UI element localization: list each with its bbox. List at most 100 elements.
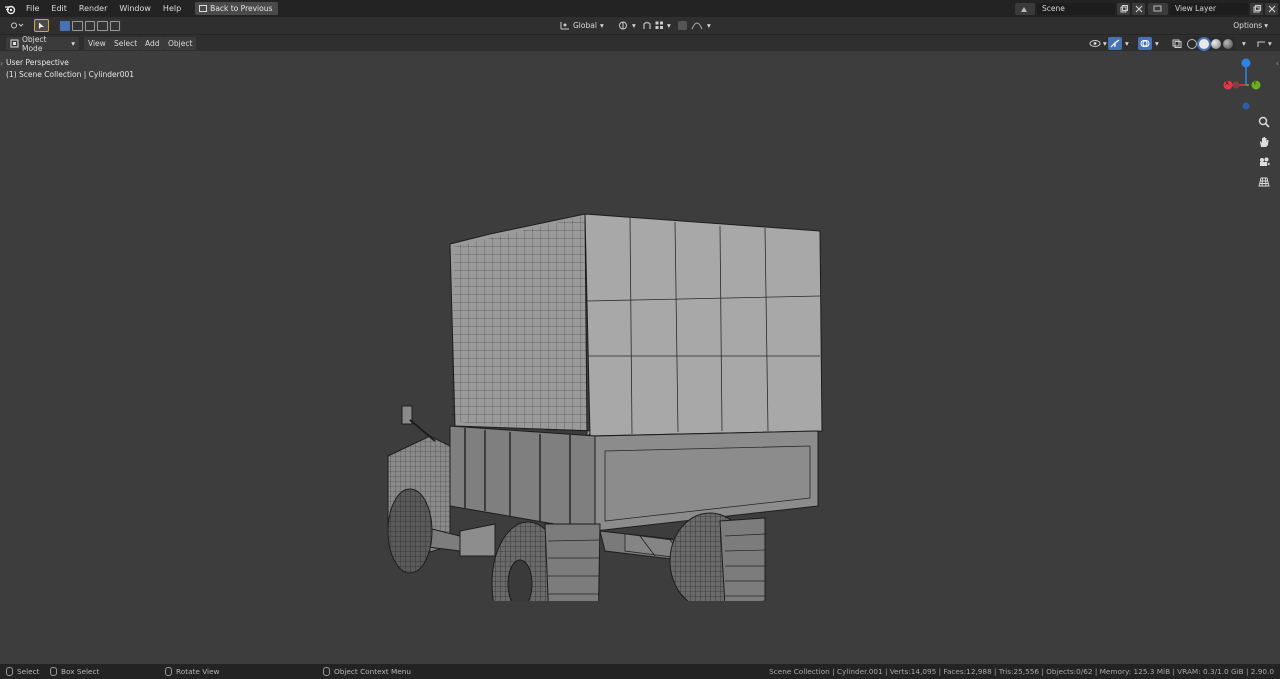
scene-close-icon[interactable] xyxy=(1132,2,1145,15)
view-menu[interactable]: View xyxy=(84,37,110,50)
visibility-dropdown[interactable]: ▾ xyxy=(1085,37,1111,50)
overlay-icon xyxy=(1140,39,1150,48)
orientation-icon xyxy=(560,21,570,30)
select-intersect-icon[interactable] xyxy=(109,20,120,31)
scene-browse-button[interactable] xyxy=(1015,2,1035,15)
chevron-down-icon: ▾ xyxy=(1155,39,1159,48)
object-menu[interactable]: Object xyxy=(164,37,197,50)
scene-selector: Scene xyxy=(1015,2,1145,15)
menu-render[interactable]: Render xyxy=(73,0,113,17)
pivot-icon xyxy=(618,21,629,30)
status-bar: Select Box Select Rotate View Object Con… xyxy=(0,664,1280,679)
camera-icon[interactable] xyxy=(1256,154,1272,170)
viewport-header: Object Mode ▾ View Select Add Object ▾ ▾… xyxy=(0,34,1280,53)
select-tool-icon[interactable] xyxy=(34,19,49,32)
blender-logo-icon[interactable] xyxy=(0,0,20,17)
3d-viewport[interactable]: User Perspective (1) Scene Collection | … xyxy=(0,51,1280,664)
scene-statistics: Scene Collection | Cylinder.001 | Verts:… xyxy=(769,667,1274,676)
perspective-label: User Perspective xyxy=(6,58,69,67)
select-mode-group xyxy=(58,19,122,32)
select-subtract-icon[interactable] xyxy=(84,20,96,31)
proportional-edit-toggle[interactable]: ▾ xyxy=(674,19,715,32)
object-mode-dropdown[interactable]: Object Mode ▾ xyxy=(6,34,79,53)
menu-help[interactable]: Help xyxy=(157,0,187,17)
zoom-icon[interactable] xyxy=(1256,114,1272,130)
status-context-hint: Object Context Menu xyxy=(323,667,411,676)
menu-edit[interactable]: Edit xyxy=(45,0,73,17)
chevron-down-icon: ▾ xyxy=(1125,39,1129,48)
select-invert-icon[interactable] xyxy=(97,20,108,31)
overlay-dropdown[interactable]: ▾ xyxy=(1151,37,1163,50)
grid-icon[interactable] xyxy=(1256,174,1272,190)
snap-grid-icon xyxy=(655,21,664,30)
chevron-down-icon: ▾ xyxy=(71,39,75,48)
tool-settings-bar: Global ▾ ▾ ▾ ▾ Options ▾ xyxy=(0,17,1280,35)
chevron-down-icon: ▾ xyxy=(632,21,636,30)
overlay-toggle[interactable] xyxy=(1138,37,1152,50)
shading-dropdown[interactable]: ▾ xyxy=(1238,37,1250,50)
menu-file[interactable]: File xyxy=(20,0,45,17)
select-extend-icon[interactable] xyxy=(72,20,83,31)
chevron-down-icon: ▾ xyxy=(599,21,604,30)
shading-mode-group xyxy=(1185,37,1235,50)
falloff-icon xyxy=(691,21,703,30)
scene-copy-icon[interactable] xyxy=(1117,2,1130,15)
menu-window[interactable]: Window xyxy=(113,0,157,17)
select-new-icon[interactable] xyxy=(60,20,71,31)
gizmo-y-label: Y xyxy=(1253,80,1257,87)
shading-rendered-icon[interactable] xyxy=(1223,38,1233,49)
toolbar-expand-icon[interactable]: › xyxy=(0,59,3,68)
proportional-icon xyxy=(678,21,687,30)
view-layer-copy-icon[interactable] xyxy=(1250,2,1263,15)
status-select-hint: Select xyxy=(6,667,40,676)
scene-name-field[interactable]: Scene xyxy=(1037,2,1115,15)
sidebar-expand-icon[interactable]: ‹ xyxy=(1276,59,1279,68)
snap-toggle[interactable]: ▾ xyxy=(638,19,675,32)
shading-wireframe-icon[interactable] xyxy=(1187,38,1197,49)
xray-icon xyxy=(1172,39,1182,48)
status-select-label: Select xyxy=(17,667,40,676)
status-rotate-hint: Rotate View xyxy=(165,667,220,676)
pivot-point-dropdown[interactable]: ▾ xyxy=(614,19,640,32)
add-menu[interactable]: Add xyxy=(141,37,164,50)
view-layer-name-field[interactable]: View Layer xyxy=(1170,2,1248,15)
select-menu[interactable]: Select xyxy=(110,37,142,50)
truck-mesh[interactable] xyxy=(380,206,830,601)
options-dropdown[interactable]: Options ▾ xyxy=(1229,19,1272,32)
gizmo-toggle[interactable] xyxy=(1108,37,1122,50)
chevron-down-icon: ▾ xyxy=(1264,21,1268,30)
navigation-gizmo[interactable]: X Y xyxy=(1220,56,1266,112)
mouse-drag-icon xyxy=(50,667,57,676)
object-mode-label: Object Mode xyxy=(22,34,47,53)
active-object-label: (1) Scene Collection | Cylinder001 xyxy=(6,70,135,79)
visibility-icon xyxy=(1089,39,1101,48)
transform-orientation-dropdown[interactable]: Global ▾ xyxy=(556,19,608,32)
chevron-down-icon: ▾ xyxy=(1242,39,1246,48)
view-options-icon xyxy=(1257,39,1266,48)
hand-icon[interactable] xyxy=(1256,134,1272,150)
snap-icon xyxy=(642,21,652,30)
options-label: Options xyxy=(1233,21,1263,30)
view-layer-browse-button[interactable] xyxy=(1148,2,1168,15)
back-icon xyxy=(199,5,208,12)
chevron-down-icon: ▾ xyxy=(707,21,711,30)
top-menu-bar: File Edit Render Window Help Back to Pre… xyxy=(0,0,1280,17)
view-options-dropdown[interactable]: ▾ xyxy=(1253,37,1276,50)
status-context-label: Object Context Menu xyxy=(334,667,412,676)
object-mode-icon xyxy=(10,39,19,48)
orientation-label: Global xyxy=(573,21,597,30)
view-layer-close-icon[interactable] xyxy=(1265,2,1278,15)
chevron-down-icon: ▾ xyxy=(667,21,671,30)
editor-type-icon[interactable] xyxy=(6,19,28,32)
mouse-left-icon xyxy=(6,667,13,676)
chevron-down-icon: ▾ xyxy=(1268,39,1272,48)
status-box-select-label: Box Select xyxy=(61,667,100,676)
view-layer-selector: View Layer xyxy=(1148,2,1278,15)
gizmo-dropdown[interactable]: ▾ xyxy=(1121,37,1133,50)
xray-toggle[interactable] xyxy=(1168,37,1186,50)
gizmo-icon xyxy=(1110,39,1120,48)
back-to-previous-button[interactable]: Back to Previous xyxy=(195,2,279,15)
shading-solid-icon[interactable] xyxy=(1199,38,1209,49)
status-rotate-label: Rotate View xyxy=(176,667,220,676)
shading-material-icon[interactable] xyxy=(1211,38,1221,49)
